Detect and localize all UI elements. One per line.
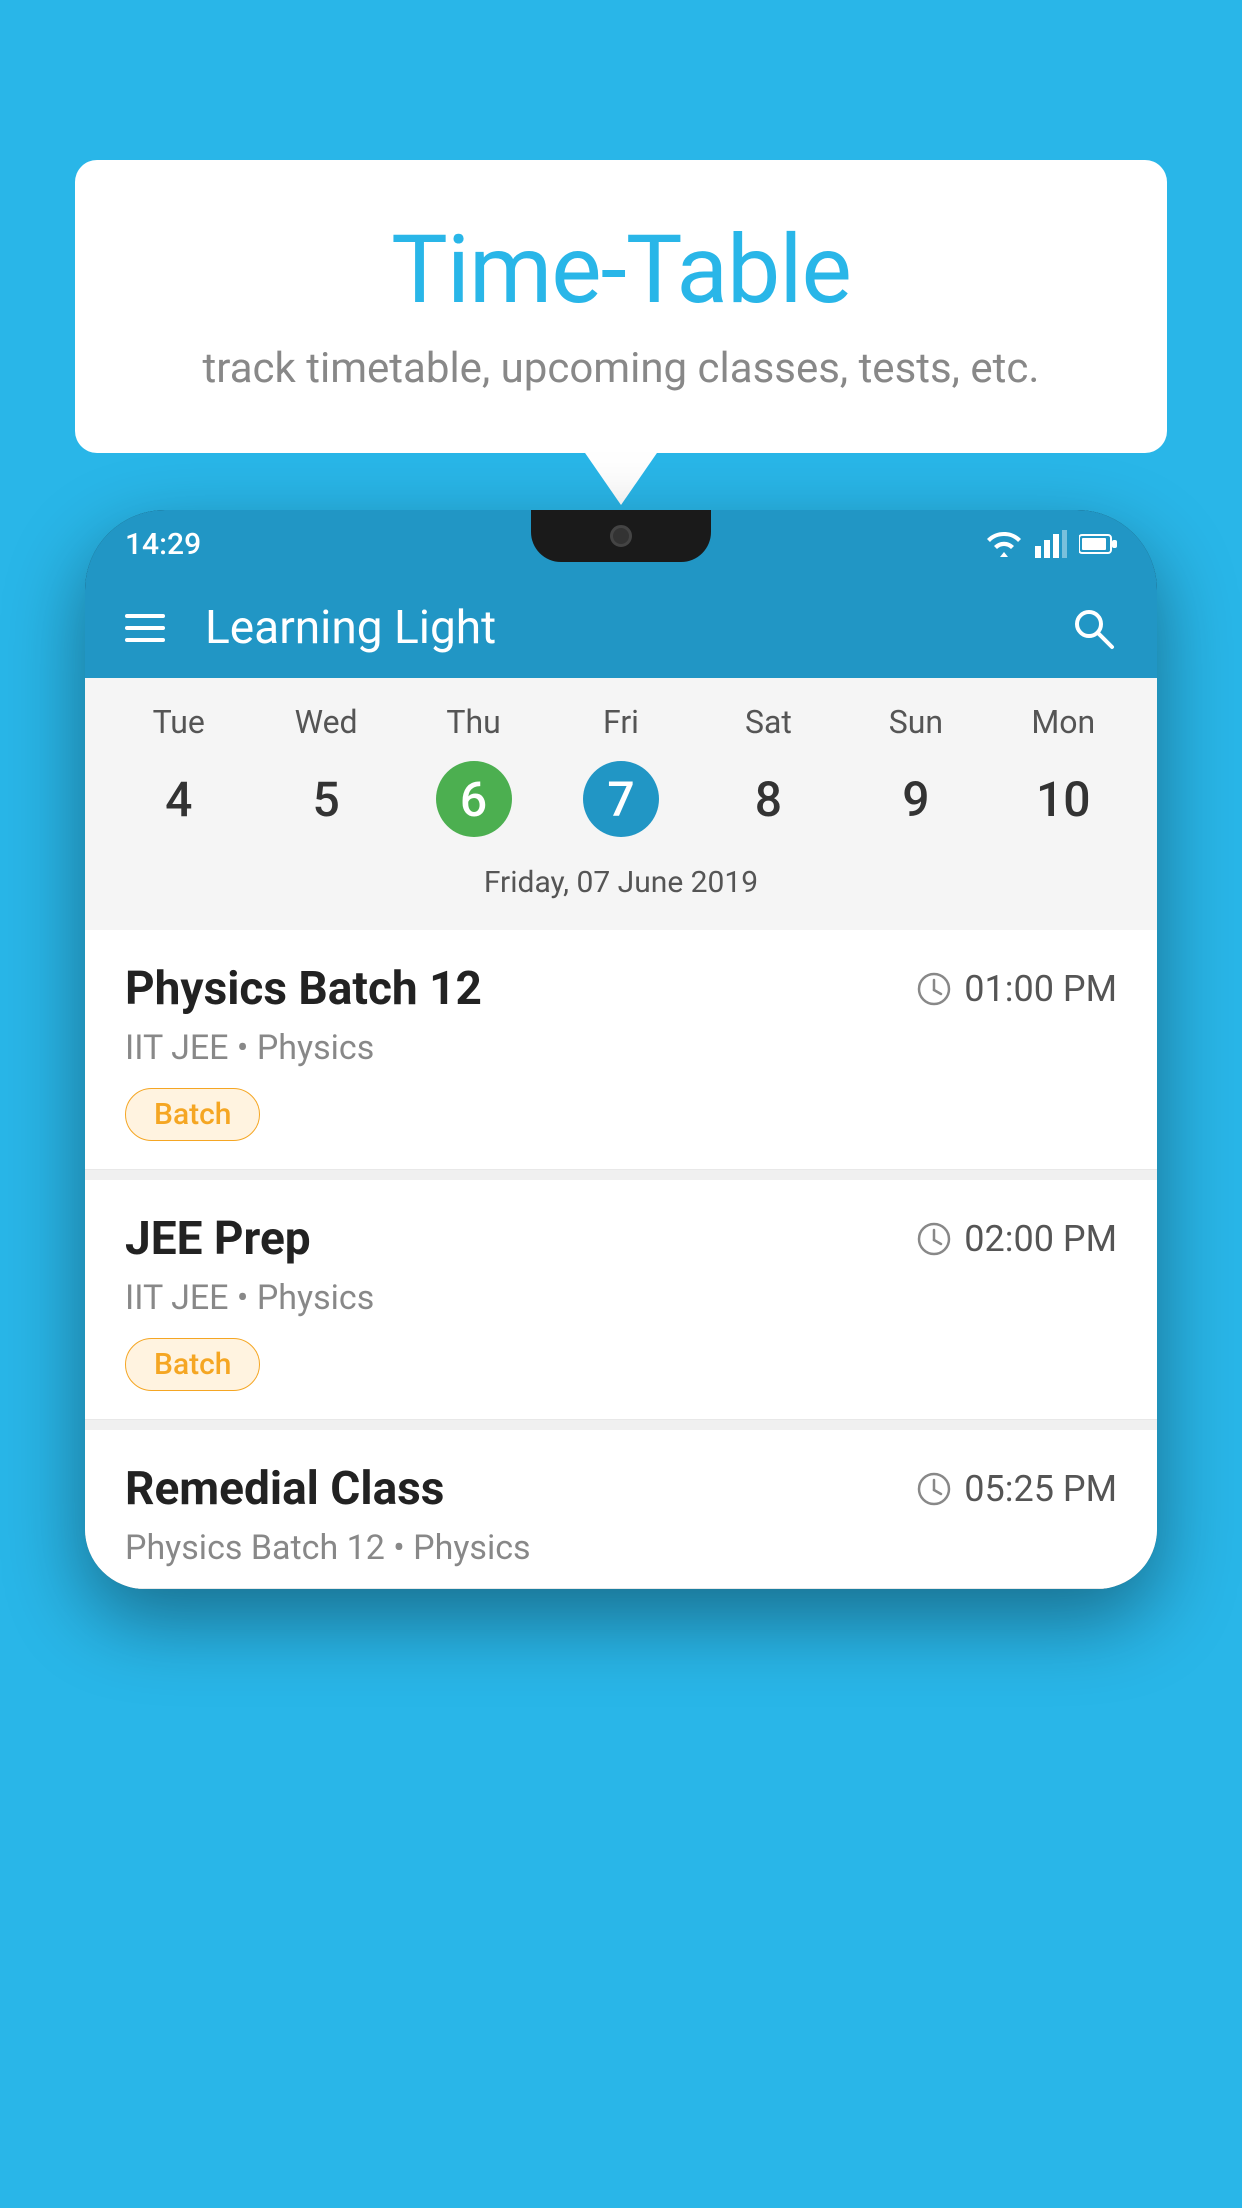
card-2-header: JEE Prep 02:00 PM (125, 1212, 1117, 1266)
day-numbers: 4 5 6 7 8 9 10 (105, 751, 1137, 847)
card-2-time: 02:00 PM (916, 1218, 1117, 1260)
day-label-sun: Sun (842, 703, 989, 741)
day-labels: Tue Wed Thu Fri Sat Sun Mon (105, 703, 1137, 741)
day-label-mon: Mon (990, 703, 1137, 741)
battery-icon (1079, 533, 1117, 555)
hamburger-line-1 (125, 614, 165, 618)
day-label-wed: Wed (252, 703, 399, 741)
card-1-time: 01:00 PM (916, 968, 1117, 1010)
card-3-subtitle: Physics Batch 12 • Physics (125, 1528, 1117, 1568)
card-1-header: Physics Batch 12 01:00 PM (125, 962, 1117, 1016)
schedule-card-1[interactable]: Physics Batch 12 01:00 PM IIT JEE • Phys… (85, 930, 1157, 1170)
status-icons (985, 530, 1117, 558)
selected-date-label: Friday, 07 June 2019 (105, 857, 1137, 920)
card-3-title: Remedial Class (125, 1462, 444, 1516)
hamburger-menu[interactable] (125, 614, 165, 642)
phone-outer: 14:29 (85, 510, 1157, 1589)
card-1-title: Physics Batch 12 (125, 962, 482, 1016)
day-label-thu: Thu (400, 703, 547, 741)
schedule-card-2[interactable]: JEE Prep 02:00 PM IIT JEE • Physics Batc… (85, 1180, 1157, 1420)
day-8[interactable]: 8 (695, 751, 842, 847)
card-2-title: JEE Prep (125, 1212, 311, 1266)
schedule-list: Physics Batch 12 01:00 PM IIT JEE • Phys… (85, 930, 1157, 1589)
card-3-header: Remedial Class 05:25 PM (125, 1462, 1117, 1516)
signal-icon (1035, 530, 1067, 558)
day-7[interactable]: 7 (547, 751, 694, 847)
card-3-time-text: 05:25 PM (964, 1468, 1117, 1510)
separator-2 (85, 1420, 1157, 1430)
app-bar-title: Learning Light (205, 601, 1069, 655)
clock-icon-1 (916, 971, 952, 1007)
search-icon[interactable] (1069, 604, 1117, 652)
page-subtitle: track timetable, upcoming classes, tests… (135, 344, 1107, 393)
wifi-icon (985, 530, 1023, 558)
separator-1 (85, 1170, 1157, 1180)
status-bar: 14:29 (85, 510, 1157, 578)
card-2-subtitle: IIT JEE • Physics (125, 1278, 1117, 1318)
card-3-time: 05:25 PM (916, 1468, 1117, 1510)
hamburger-line-3 (125, 638, 165, 642)
status-time: 14:29 (125, 527, 201, 562)
clock-icon-3 (916, 1471, 952, 1507)
card-2-time-text: 02:00 PM (964, 1218, 1117, 1260)
hamburger-line-2 (125, 626, 165, 630)
camera-icon (610, 525, 632, 547)
day-5[interactable]: 5 (252, 751, 399, 847)
day-label-fri: Fri (547, 703, 694, 741)
card-1-tag: Batch (125, 1088, 260, 1141)
day-label-tue: Tue (105, 703, 252, 741)
day-4[interactable]: 4 (105, 751, 252, 847)
card-1-time-text: 01:00 PM (964, 968, 1117, 1010)
schedule-card-3[interactable]: Remedial Class 05:25 PM Physics Batch 12… (85, 1430, 1157, 1589)
card-1-subtitle: IIT JEE • Physics (125, 1028, 1117, 1068)
day-10[interactable]: 10 (990, 751, 1137, 847)
speech-bubble-container: Time-Table track timetable, upcoming cla… (75, 160, 1167, 453)
page-title: Time-Table (135, 215, 1107, 326)
app-bar: Learning Light (85, 578, 1157, 678)
day-label-sat: Sat (695, 703, 842, 741)
day-9[interactable]: 9 (842, 751, 989, 847)
speech-bubble: Time-Table track timetable, upcoming cla… (75, 160, 1167, 453)
card-2-tag: Batch (125, 1338, 260, 1391)
day-6[interactable]: 6 (400, 751, 547, 847)
phone-mockup: 14:29 (85, 510, 1157, 2208)
clock-icon-2 (916, 1221, 952, 1257)
calendar-strip: Tue Wed Thu Fri Sat Sun Mon 4 5 6 7 8 9 … (85, 678, 1157, 930)
phone-notch (531, 510, 711, 562)
